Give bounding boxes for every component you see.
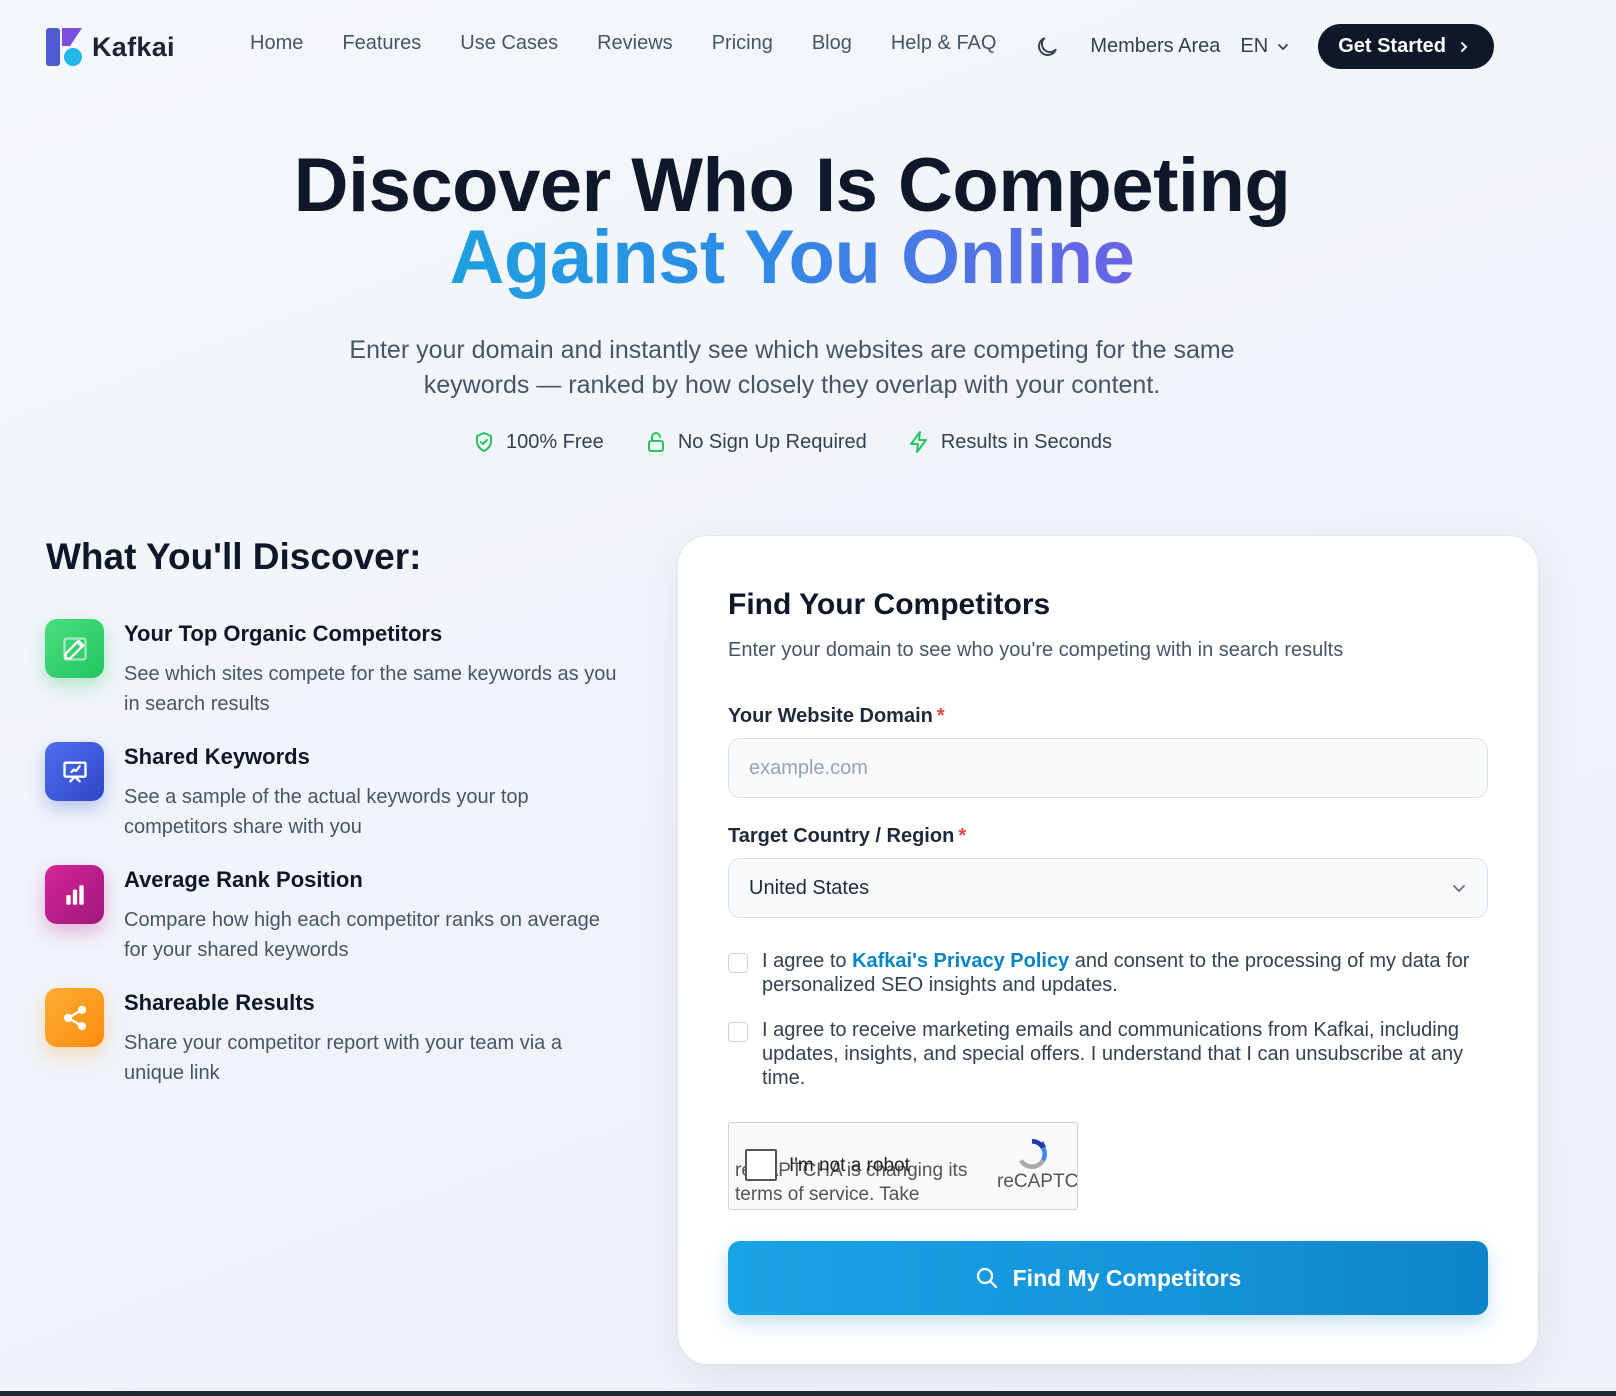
site-header: Kafkai Home Features Use Cases Reviews P… [0, 0, 1616, 94]
feature-title: Shareable Results [124, 990, 315, 1015]
feature-icon-tile [45, 988, 104, 1047]
recaptcha-brand: reCAPTCHA [997, 1171, 1078, 1192]
badge-free: 100% Free [472, 430, 604, 454]
feature-icon-tile [45, 619, 104, 678]
country-label: Target Country / Region * [728, 825, 966, 848]
lock-icon [647, 432, 664, 452]
form-title: Find Your Competitors [728, 588, 1051, 621]
nav-blog[interactable]: Blog [812, 32, 852, 55]
nav-help-faq[interactable]: Help & FAQ [891, 32, 997, 55]
presentation-icon [62, 761, 87, 782]
feature-title: Average Rank Position [124, 867, 363, 892]
consent-pre: I agree to [762, 950, 853, 972]
main-nav: Home Features Use Cases Reviews Pricing … [250, 32, 1035, 55]
country-label-text: Target Country / Region [728, 825, 955, 847]
form-subtitle: Enter your domain to see who you're comp… [728, 639, 1344, 661]
edit-icon [62, 636, 87, 661]
members-area-link[interactable]: Members Area [1090, 35, 1220, 58]
marketing-consent: I agree to receive marketing emails and … [728, 1018, 1488, 1090]
country-select[interactable]: United States [728, 858, 1488, 918]
nav-use-cases[interactable]: Use Cases [460, 32, 558, 55]
chevron-down-icon [1278, 43, 1289, 50]
share-icon [63, 1005, 86, 1030]
nav-home[interactable]: Home [250, 32, 303, 55]
feature-description: See which sites compete for the same key… [124, 663, 617, 715]
feature-icon-tile [45, 742, 104, 801]
footer-edge [0, 1391, 1616, 1396]
nav-pricing[interactable]: Pricing [712, 32, 773, 55]
hero-badges: 100% Free No Sign Up Required Results in… [0, 430, 1584, 454]
competitor-form-card: Find Your Competitors Enter your domain … [678, 536, 1538, 1364]
badge-no-signup: No Sign Up Required [644, 430, 867, 454]
badge-results: Results in Seconds [907, 430, 1112, 454]
nav-features[interactable]: Features [342, 32, 421, 55]
marketing-consent-checkbox[interactable] [728, 1022, 748, 1042]
moon-icon[interactable] [1034, 34, 1060, 60]
badge-no-signup-label: No Sign Up Required [677, 430, 867, 453]
search-icon [976, 1267, 997, 1289]
language-selector[interactable]: EN [1240, 35, 1290, 58]
privacy-consent: I agree to Kafkai's Privacy Policy and c… [728, 949, 1488, 997]
nav-reviews[interactable]: Reviews [597, 32, 673, 55]
domain-label-text: Your Website Domain [728, 705, 933, 727]
feature-description: Compare how high each competitor ranks o… [124, 909, 600, 961]
logo-text: Kafkai [92, 31, 175, 62]
recaptcha-label: I'm not a robot [789, 1155, 910, 1176]
recaptcha-checkbox[interactable] [745, 1149, 777, 1181]
get-started-label: Get Started [1338, 35, 1446, 57]
privacy-consent-checkbox[interactable] [728, 953, 748, 973]
hero-title-line2: Against You Online [449, 215, 1135, 300]
feature-title: Your Top Organic Competitors [124, 621, 443, 646]
header-actions: Members Area EN Get Started [1034, 24, 1494, 69]
feature-icon-tile [45, 865, 104, 924]
feature-description: Share your competitor report with your t… [124, 1032, 562, 1084]
required-mark: * [936, 705, 945, 727]
badge-results-label: Results in Seconds [940, 430, 1113, 453]
hero-subtitle: Enter your domain and instantly see whic… [349, 336, 1235, 399]
logo[interactable]: Kafkai [46, 28, 175, 66]
discover-title: What You'll Discover: [46, 536, 422, 577]
required-mark: * [958, 825, 967, 847]
country-select-value: United States [749, 876, 870, 899]
kafkai-logo-icon [46, 28, 82, 66]
bar-chart-icon [65, 884, 84, 905]
feature-description: See a sample of the actual keywords your… [124, 786, 529, 838]
chevron-right-icon [1461, 41, 1468, 52]
lightning-icon [909, 431, 927, 453]
feature-title: Shared Keywords [124, 744, 310, 769]
privacy-consent-text: I agree to Kafkai's Privacy Policy and c… [762, 949, 1488, 997]
language-code: EN [1240, 35, 1269, 57]
domain-input[interactable] [728, 738, 1488, 798]
get-started-button[interactable]: Get Started [1318, 24, 1494, 69]
shield-check-icon [475, 432, 492, 452]
find-competitors-button[interactable]: Find My Competitors [728, 1241, 1488, 1315]
chevron-down-icon [1453, 885, 1465, 893]
recaptcha-widget: reCAPTCHA is changing its terms of servi… [728, 1122, 1078, 1210]
privacy-policy-link[interactable]: Kafkai's Privacy Policy [852, 950, 1069, 972]
find-competitors-label: Find My Competitors [1012, 1264, 1242, 1291]
hero-title: Discover Who Is Competing Against You On… [0, 148, 1584, 296]
recaptcha-logo-icon [1019, 1139, 1048, 1170]
domain-label: Your Website Domain * [728, 705, 945, 728]
badge-free-label: 100% Free [505, 430, 604, 453]
marketing-consent-text: I agree to receive marketing emails and … [762, 1019, 1464, 1089]
